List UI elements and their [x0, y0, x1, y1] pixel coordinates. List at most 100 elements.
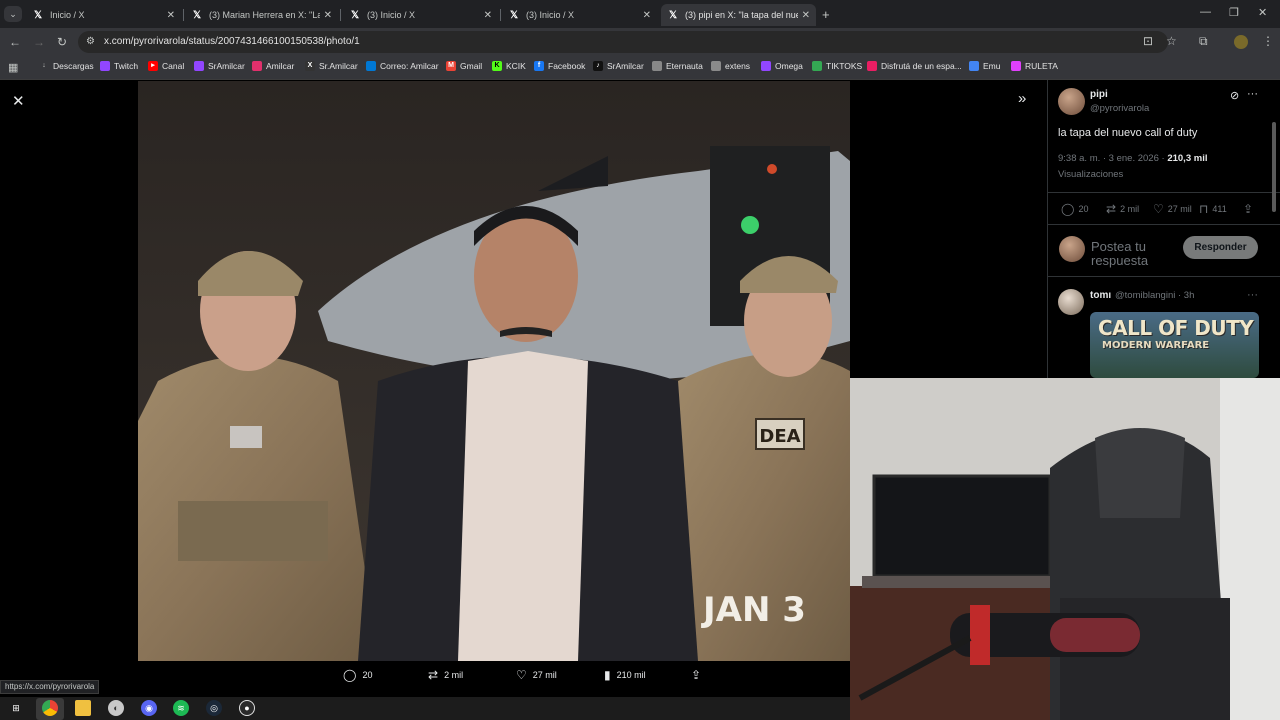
expand-sidebar-icon[interactable]: »	[1018, 90, 1026, 107]
tweet-photo[interactable]: DEA JAN 3	[138, 81, 850, 661]
reply-author-avatar[interactable]	[1058, 289, 1084, 315]
bookmark-item[interactable]: TIKTOKS	[812, 61, 862, 71]
back-icon[interactable]: ←	[9, 35, 21, 49]
tab-strip: ⌄ 𝕏 Inicio / X ✕ 𝕏 (3) Marian Herrera en…	[0, 0, 1280, 28]
spotify-icon[interactable]: ≋	[173, 700, 189, 716]
bookmark-item[interactable]: X Sr.Amilcar	[305, 61, 358, 71]
divider	[1048, 224, 1280, 225]
repost-icon: ⇄	[1106, 202, 1117, 216]
install-app-icon[interactable]: ⊡	[1143, 34, 1153, 48]
viewer-repost-button[interactable]: ⇄ 2 mil	[428, 668, 463, 682]
bookmark-item[interactable]: Eternauta	[652, 61, 703, 71]
tab-search-button[interactable]: ⌄	[4, 6, 22, 22]
link-status-bar: https://x.com/pyrorivarola	[0, 680, 100, 694]
author-name[interactable]: pipi	[1090, 89, 1108, 100]
author-handle[interactable]: @pyrorivarola	[1090, 103, 1149, 114]
reload-icon[interactable]: ↻	[57, 35, 67, 49]
close-window-icon[interactable]: ✕	[1258, 6, 1267, 19]
bookmark-item[interactable]: ↓ Descargas	[39, 61, 94, 71]
tab-title: (3) pipi en X: "la tapa del nuevo	[685, 10, 798, 20]
menu-icon[interactable]: ⋮	[1262, 34, 1274, 48]
bookmark-item[interactable]: ▸ Canal	[148, 61, 184, 71]
webcam-scene	[850, 378, 1280, 720]
file-explorer-icon[interactable]	[75, 700, 91, 716]
new-tab-button[interactable]: +	[822, 7, 830, 22]
bookmark-item[interactable]: Emu	[969, 61, 1000, 71]
tab-inicio-1[interactable]: 𝕏 Inicio / X ✕	[26, 4, 181, 26]
bookmark-label: Disfrutá de un espa...	[881, 61, 962, 71]
bookmark-star-icon[interactable]: ☆	[1166, 34, 1177, 48]
dea-patch-text: DEA	[759, 426, 800, 447]
viewer-share-button[interactable]: ⇪	[691, 668, 707, 682]
youtube-icon: ▸	[148, 61, 158, 71]
reply-image[interactable]: CALL OF DUTY 4 MODERN WARFARE	[1090, 312, 1259, 378]
app-icon[interactable]: ◐	[108, 700, 124, 716]
bookmark-item[interactable]: ♪ SrAmilcar	[593, 61, 644, 71]
steam-icon[interactable]: ◎	[206, 700, 222, 716]
chrome-icon[interactable]	[42, 700, 58, 716]
url-text[interactable]: x.com/pyrorivarola/status/20074314661001…	[104, 36, 360, 47]
restore-icon[interactable]: ❐	[1229, 6, 1239, 19]
viewer-reply-button[interactable]: ◯ 20	[343, 668, 372, 682]
bookmark-icon: ⊓	[1199, 202, 1209, 216]
bookmark-item[interactable]: RULETA	[1011, 61, 1058, 71]
tab-pipi-active[interactable]: 𝕏 (3) pipi en X: "la tapa del nuevo ✕	[661, 4, 816, 26]
close-viewer-icon[interactable]: ✕	[12, 92, 25, 110]
viewer-views-button[interactable]: ▮ 210 mil	[604, 668, 646, 682]
bookmark-item[interactable]: Twitch	[100, 61, 138, 71]
profile-avatar[interactable]	[1234, 35, 1248, 49]
close-tab-icon[interactable]: ✕	[484, 10, 492, 21]
bookmark-item[interactable]: M Gmail	[446, 61, 482, 71]
tweet-time: 9:38 a. m. · 3 ene. 2026 ·	[1058, 153, 1165, 164]
reply-submit-button[interactable]: Responder	[1183, 236, 1258, 259]
more-options-icon[interactable]: ···	[1247, 88, 1258, 100]
bookmark-item[interactable]: Disfrutá de un espa...	[867, 61, 962, 71]
bookmark-item[interactable]: K KCIK	[492, 61, 526, 71]
side-bookmark-button[interactable]: ⊓ 411	[1199, 202, 1227, 216]
side-repost-button[interactable]: ⇄ 2 mil	[1106, 202, 1139, 216]
side-reply-button[interactable]: ◯ 20	[1061, 202, 1088, 216]
reply-icon: ◯	[343, 668, 357, 682]
tab-inicio-3[interactable]: 𝕏 (3) Inicio / X ✕	[502, 4, 657, 26]
apps-icon[interactable]: ▦	[8, 61, 18, 74]
close-tab-icon[interactable]: ✕	[802, 10, 810, 21]
bookmark-count: 411	[1212, 204, 1227, 214]
bookmark-label: Canal	[162, 61, 185, 71]
scrollbar-thumb[interactable]	[1272, 122, 1276, 212]
windows-start-icon[interactable]: ⊞	[8, 700, 24, 716]
grok-icon[interactable]: ⊘	[1230, 89, 1239, 102]
bookmark-item[interactable]: f Facebook	[534, 61, 585, 71]
viewer-like-button[interactable]: ♡ 27 mil	[516, 668, 557, 682]
reply-author-name[interactable]: tomı	[1090, 290, 1111, 301]
bookmark-item[interactable]: Amilcar	[252, 61, 294, 71]
discord-icon[interactable]: ◉	[141, 700, 157, 716]
reply-author-handle[interactable]: @tomiblangini · 3h	[1115, 290, 1194, 301]
divider	[1048, 192, 1280, 193]
close-tab-icon[interactable]: ✕	[167, 10, 175, 21]
side-share-button[interactable]: ⇪	[1243, 202, 1257, 216]
bookmark-item[interactable]: Omega	[761, 61, 803, 71]
side-like-button[interactable]: ♡ 27 mil	[1153, 202, 1192, 216]
bookmark-label: Descargas	[53, 61, 94, 71]
bookmark-item[interactable]: extens	[711, 61, 750, 71]
extensions-icon[interactable]: ⧉	[1199, 34, 1208, 49]
reply-more-icon[interactable]: ···	[1247, 289, 1258, 301]
tweet-timestamp: 9:38 a. m. · 3 ene. 2026 · 210,3 mil	[1058, 153, 1207, 164]
tweet-text: la tapa del nuevo call of duty	[1058, 127, 1198, 139]
bookmark-item[interactable]: SrAmilcar	[194, 61, 245, 71]
reply-count: 20	[1078, 204, 1089, 214]
obs-icon[interactable]: ●	[239, 700, 255, 716]
minimize-icon[interactable]: —	[1200, 6, 1211, 18]
site-info-icon[interactable]: ⚙	[86, 36, 95, 47]
close-tab-icon[interactable]: ✕	[643, 10, 651, 21]
webcam-overlay	[850, 378, 1280, 720]
close-tab-icon[interactable]: ✕	[324, 10, 332, 21]
tab-marian-herrera[interactable]: 𝕏 (3) Marian Herrera en X: "La OH ✕	[185, 4, 338, 26]
reply-input[interactable]: Postea tu respuesta	[1091, 240, 1171, 268]
tab-inicio-2[interactable]: 𝕏 (3) Inicio / X ✕	[343, 4, 498, 26]
author-avatar[interactable]	[1058, 88, 1085, 115]
sidebar-scrollbar[interactable]	[1270, 82, 1278, 378]
tab-separator	[340, 9, 341, 21]
forward-icon[interactable]: →	[33, 35, 45, 49]
bookmark-item[interactable]: Correo: Amilcar	[366, 61, 439, 71]
